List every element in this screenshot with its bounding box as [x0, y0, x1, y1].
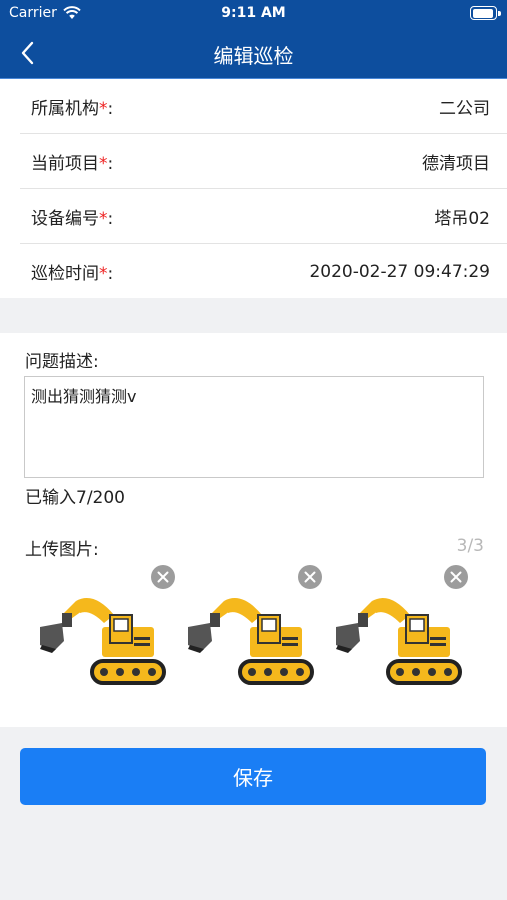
inspection-info-card: 所属机构*: 二公司 当前项目*: 德清项目 设备编号*: 塔吊02 巡检时间*… — [0, 78, 507, 298]
required-star: * — [99, 264, 108, 284]
excavator-image — [336, 598, 462, 685]
uploaded-image-2[interactable] — [180, 565, 322, 695]
close-icon — [157, 571, 169, 583]
row-equipment-number: 设备编号*: 塔吊02 — [20, 189, 507, 244]
uploaded-image-1[interactable] — [32, 565, 175, 695]
close-icon — [450, 571, 462, 583]
row-project: 当前项目*: 德清项目 — [20, 134, 507, 189]
upload-count: 3/3 — [456, 536, 484, 556]
excavator-image — [188, 598, 314, 685]
remove-image-button[interactable] — [298, 565, 322, 589]
required-star: * — [99, 208, 108, 229]
row-value: 塔吊02 — [434, 208, 490, 229]
page-title: 编辑巡检 — [213, 44, 294, 68]
upload-label: 上传图片: — [25, 540, 99, 560]
close-icon — [304, 571, 316, 583]
uploaded-image-3[interactable] — [328, 565, 468, 695]
status-bar: Carrier 9:11 AM — [0, 0, 507, 28]
issue-form-card: 问题描述: 测出猜测猜测v 已输入7/200 上传图片: 3/3 — [0, 333, 507, 727]
char-counter: 已输入7/200 — [25, 488, 125, 508]
remove-image-button[interactable] — [151, 565, 175, 589]
excavator-image — [40, 598, 166, 685]
row-organization: 所属机构*: 二公司 — [20, 79, 507, 134]
row-value: 二公司 — [439, 98, 490, 119]
save-button[interactable]: 保存 — [20, 748, 486, 805]
remove-image-button[interactable] — [444, 565, 468, 589]
required-star: * — [99, 98, 108, 119]
row-label: 设备编号*: — [31, 208, 114, 229]
required-star: * — [99, 153, 108, 174]
row-value: 2020-02-27 09:47:29 — [309, 261, 490, 282]
row-label: 巡检时间*: — [31, 264, 114, 284]
battery-icon — [470, 6, 501, 20]
status-time: 9:11 AM — [221, 5, 286, 21]
app-header: Carrier 9:11 AM 编辑巡检 — [0, 0, 507, 78]
row-label: 当前项目*: — [31, 153, 114, 174]
nav-bar: 编辑巡检 — [0, 28, 507, 78]
description-input[interactable]: 测出猜测猜测v — [24, 376, 484, 478]
description-label: 问题描述: — [25, 352, 99, 372]
row-value: 德清项目 — [422, 153, 490, 174]
row-label: 所属机构*: — [31, 98, 114, 119]
row-inspection-time: 巡检时间*: 2020-02-27 09:47:29 — [20, 244, 507, 299]
